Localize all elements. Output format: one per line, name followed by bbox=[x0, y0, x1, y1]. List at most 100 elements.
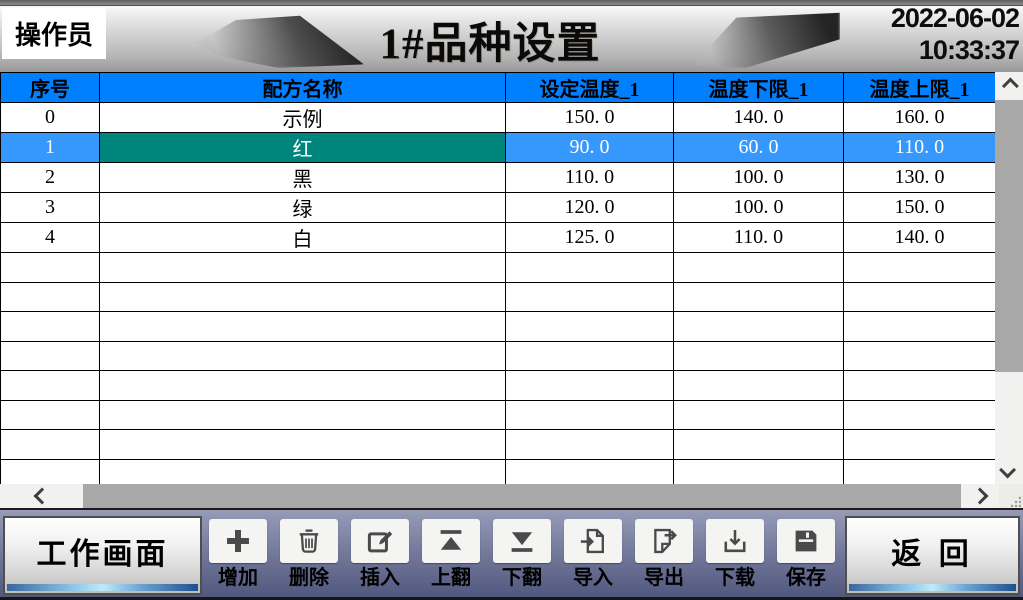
empty-cell[interactable] bbox=[844, 459, 996, 484]
cell-index[interactable]: 4 bbox=[1, 223, 100, 253]
empty-cell[interactable] bbox=[506, 459, 674, 484]
empty-cell[interactable] bbox=[844, 253, 996, 283]
cell-temp-high[interactable]: 130. 0 bbox=[844, 163, 996, 193]
table-row[interactable]: 0示例150. 0140. 0160. 0 bbox=[1, 103, 996, 133]
cell-set-temp[interactable]: 150. 0 bbox=[506, 103, 674, 133]
empty-cell[interactable] bbox=[506, 400, 674, 430]
empty-cell[interactable] bbox=[100, 312, 506, 342]
work-screen-button[interactable]: 工作画面 bbox=[3, 516, 202, 595]
empty-cell[interactable] bbox=[1, 371, 100, 401]
empty-table-row[interactable] bbox=[1, 282, 996, 312]
empty-cell[interactable] bbox=[506, 430, 674, 460]
toolbar-button-insert[interactable]: 插入 bbox=[351, 519, 409, 590]
cell-temp-high[interactable]: 160. 0 bbox=[844, 103, 996, 133]
empty-table-row[interactable] bbox=[1, 400, 996, 430]
table-row[interactable]: 2黑110. 0100. 0130. 0 bbox=[1, 163, 996, 193]
cell-temp-low[interactable]: 100. 0 bbox=[674, 193, 844, 223]
empty-cell[interactable] bbox=[506, 253, 674, 283]
toolbar-button-delete[interactable]: 删除 bbox=[280, 519, 338, 590]
toolbar-button-save[interactable]: 保存 bbox=[777, 519, 835, 590]
empty-table-row[interactable] bbox=[1, 341, 996, 371]
cell-index[interactable]: 3 bbox=[1, 193, 100, 223]
toolbar-button-add[interactable]: 增加 bbox=[209, 519, 267, 590]
empty-cell[interactable] bbox=[674, 371, 844, 401]
empty-cell[interactable] bbox=[844, 371, 996, 401]
empty-cell[interactable] bbox=[844, 430, 996, 460]
empty-cell[interactable] bbox=[1, 253, 100, 283]
cell-set-temp[interactable]: 90. 0 bbox=[506, 133, 674, 163]
empty-table-row[interactable] bbox=[1, 253, 996, 283]
cell-set-temp[interactable]: 125. 0 bbox=[506, 223, 674, 253]
cell-temp-high[interactable]: 140. 0 bbox=[844, 223, 996, 253]
cell-index[interactable]: 2 bbox=[1, 163, 100, 193]
return-button[interactable]: 返 回 bbox=[845, 516, 1020, 595]
empty-cell[interactable] bbox=[844, 312, 996, 342]
empty-cell[interactable] bbox=[100, 371, 506, 401]
empty-cell[interactable] bbox=[1, 430, 100, 460]
empty-table-row[interactable] bbox=[1, 430, 996, 460]
scroll-down-button[interactable] bbox=[995, 456, 1023, 484]
toolbar-button-download[interactable]: 下载 bbox=[706, 519, 764, 590]
table-row[interactable]: 3绿120. 0100. 0150. 0 bbox=[1, 193, 996, 223]
empty-table-row[interactable] bbox=[1, 371, 996, 401]
empty-table-row[interactable] bbox=[1, 459, 996, 484]
vertical-scrollbar[interactable] bbox=[995, 72, 1023, 484]
cell-index[interactable]: 0 bbox=[1, 103, 100, 133]
empty-cell[interactable] bbox=[674, 282, 844, 312]
empty-cell[interactable] bbox=[506, 341, 674, 371]
empty-cell[interactable] bbox=[1, 341, 100, 371]
cell-name[interactable]: 绿 bbox=[100, 193, 506, 223]
toolbar-button-import[interactable]: 导入 bbox=[564, 519, 622, 590]
cell-temp-low[interactable]: 140. 0 bbox=[674, 103, 844, 133]
cell-temp-high[interactable]: 150. 0 bbox=[844, 193, 996, 223]
empty-cell[interactable] bbox=[506, 312, 674, 342]
vertical-scroll-thumb[interactable] bbox=[995, 100, 1023, 372]
empty-cell[interactable] bbox=[674, 341, 844, 371]
operator-label: 操作员 bbox=[15, 15, 93, 52]
scroll-right-button[interactable] bbox=[961, 484, 999, 508]
resize-grip-icon[interactable] bbox=[999, 484, 1023, 508]
empty-cell[interactable] bbox=[844, 341, 996, 371]
empty-cell[interactable] bbox=[844, 400, 996, 430]
toolbar-button-label: 上翻 bbox=[422, 566, 480, 590]
cell-name[interactable]: 示例 bbox=[100, 103, 506, 133]
horizontal-scrollbar[interactable] bbox=[0, 484, 1023, 508]
cell-name[interactable]: 红 bbox=[100, 133, 506, 163]
empty-cell[interactable] bbox=[1, 459, 100, 484]
cell-name[interactable]: 黑 bbox=[100, 163, 506, 193]
cell-set-temp[interactable]: 110. 0 bbox=[506, 163, 674, 193]
toolbar-button-export[interactable]: 导出 bbox=[635, 519, 693, 590]
empty-cell[interactable] bbox=[100, 282, 506, 312]
empty-cell[interactable] bbox=[506, 371, 674, 401]
empty-cell[interactable] bbox=[1, 312, 100, 342]
scroll-up-button[interactable] bbox=[995, 72, 1023, 100]
empty-table-row[interactable] bbox=[1, 312, 996, 342]
empty-cell[interactable] bbox=[674, 400, 844, 430]
empty-cell[interactable] bbox=[674, 459, 844, 484]
empty-cell[interactable] bbox=[100, 459, 506, 484]
empty-cell[interactable] bbox=[100, 253, 506, 283]
empty-cell[interactable] bbox=[100, 341, 506, 371]
empty-cell[interactable] bbox=[100, 430, 506, 460]
empty-cell[interactable] bbox=[100, 400, 506, 430]
scroll-left-button[interactable] bbox=[0, 484, 83, 508]
table-row[interactable]: 1红90. 060. 0110. 0 bbox=[1, 133, 996, 163]
cell-temp-low[interactable]: 110. 0 bbox=[674, 223, 844, 253]
horizontal-scroll-thumb[interactable] bbox=[83, 484, 961, 508]
empty-cell[interactable] bbox=[674, 430, 844, 460]
toolbar-button-page-up[interactable]: 上翻 bbox=[422, 519, 480, 590]
empty-cell[interactable] bbox=[1, 282, 100, 312]
cell-temp-low[interactable]: 60. 0 bbox=[674, 133, 844, 163]
cell-temp-low[interactable]: 100. 0 bbox=[674, 163, 844, 193]
cell-temp-high[interactable]: 110. 0 bbox=[844, 133, 996, 163]
empty-cell[interactable] bbox=[506, 282, 674, 312]
cell-index[interactable]: 1 bbox=[1, 133, 100, 163]
empty-cell[interactable] bbox=[674, 312, 844, 342]
empty-cell[interactable] bbox=[844, 282, 996, 312]
cell-set-temp[interactable]: 120. 0 bbox=[506, 193, 674, 223]
table-row[interactable]: 4白125. 0110. 0140. 0 bbox=[1, 223, 996, 253]
empty-cell[interactable] bbox=[1, 400, 100, 430]
empty-cell[interactable] bbox=[674, 253, 844, 283]
toolbar-button-page-down[interactable]: 下翻 bbox=[493, 519, 551, 590]
cell-name[interactable]: 白 bbox=[100, 223, 506, 253]
